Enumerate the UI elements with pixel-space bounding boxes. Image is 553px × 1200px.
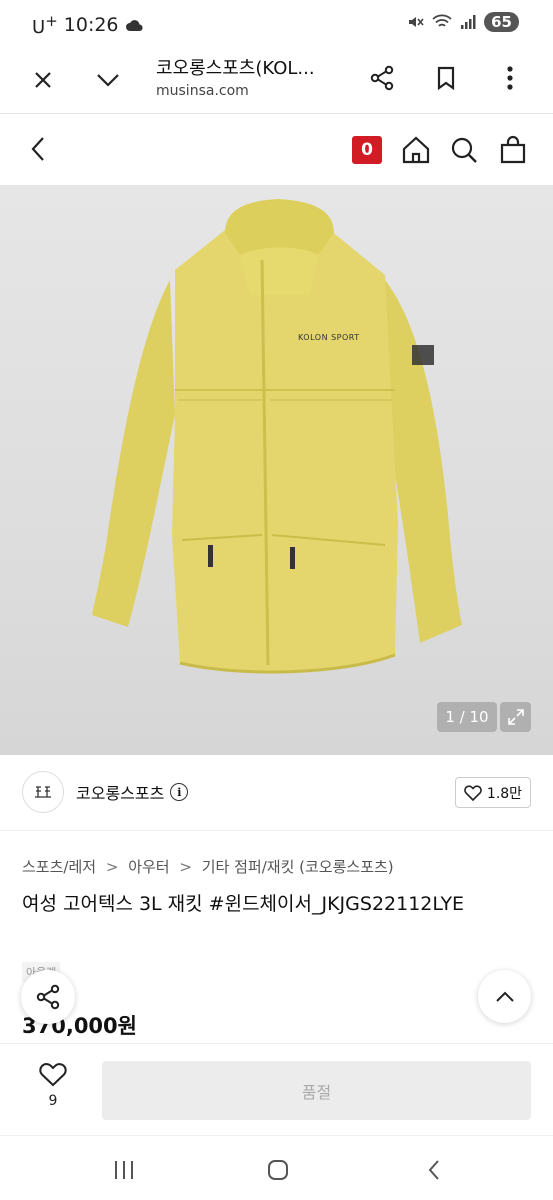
status-right: 65 [406,12,519,32]
share-product-button[interactable] [21,970,75,1024]
bookmark-icon [437,66,455,90]
back-button[interactable] [22,133,54,165]
chevron-left-icon [31,137,44,161]
home-circle-icon [268,1160,288,1180]
brand-like-count: 1.8만 [486,785,523,802]
app-header: 0 [0,115,553,185]
product-image-gallery[interactable]: KOLON SPORT 1 / 10 [0,185,553,755]
chevron-down-icon [97,74,119,87]
search-button[interactable] [446,133,482,167]
info-icon[interactable]: i [170,783,189,801]
clock: 10:26 [63,14,119,36]
browser-toolbar: 코오롱스포츠(KOL... musinsa.com [0,48,553,114]
mute-icon [409,17,424,27]
chevron-up-icon [495,991,514,1002]
breadcrumb: 스포츠/레저 > 아우터 > 기타 점퍼/재킷 (코오롱스포츠) [22,856,394,877]
product-title: 여성 고어텍스 3L 재킷 #윈드체이서_JKJGS22112LYE [22,893,465,915]
heart-icon [39,1063,67,1087]
brand-row: 코오롱스포츠 i 1.8만 [0,755,553,831]
sold-out-button[interactable]: 품절 [102,1061,531,1120]
expand-icon [507,709,524,725]
page-url[interactable]: musinsa.com [156,83,249,99]
back-icon [428,1160,439,1180]
share-icon [370,65,394,91]
brand-name: 코오롱스포츠 [76,784,165,803]
more-options-button[interactable] [494,62,526,94]
system-nav-bar [0,1135,553,1200]
brand-emblem-icon [35,786,51,798]
breadcrumb-separator: > [179,858,192,876]
brand-name-link[interactable]: 코오롱스포츠 i [76,780,189,804]
share-icon [36,984,60,1010]
carrier-label: U+ [32,12,58,38]
wishlist-button[interactable]: 9 [28,1062,78,1109]
home-button[interactable] [398,133,434,167]
search-icon [451,137,477,163]
image-counter: 1 / 10 [437,702,497,732]
status-left: U+ 10:26 [32,12,145,38]
breadcrumb-item[interactable]: 아우터 [128,858,169,876]
breadcrumb-item[interactable]: 기타 점퍼/재킷 (코오롱스포츠) [202,858,394,876]
bookmark-button[interactable] [430,62,462,94]
brand-logo[interactable] [22,771,64,813]
carrier-text: U [32,17,46,38]
shopping-bag-icon [500,135,526,164]
scroll-to-top-button[interactable] [478,970,531,1023]
status-bar: U+ 10:26 65 [0,0,553,48]
jacket-image [92,199,462,674]
cloud-icon [125,20,143,31]
signal-icon [461,15,476,29]
breadcrumb-item[interactable]: 스포츠/레저 [22,858,96,876]
home-nav-button[interactable] [262,1154,294,1186]
more-vertical-icon [507,66,513,90]
close-tab-button[interactable] [28,65,58,95]
back-nav-button[interactable] [418,1154,450,1186]
page-title: 코오롱스포츠(KOL... [156,58,315,79]
recent-apps-icon [115,1161,133,1179]
heart-icon [464,784,482,801]
wifi-icon [432,14,452,27]
carrier-sup: + [45,12,58,30]
cart-count-badge[interactable]: 0 [352,136,382,164]
home-icon [402,136,430,164]
expand-image-button[interactable] [500,702,531,732]
purchase-bar: 9 품절 [0,1043,553,1135]
collapse-button[interactable] [93,65,123,95]
cart-button[interactable] [495,133,531,167]
battery-indicator: 65 [484,12,519,32]
brand-like-button[interactable]: 1.8만 [455,777,531,808]
close-icon [35,72,51,88]
recent-apps-button[interactable] [108,1154,140,1186]
share-page-button[interactable] [366,62,398,94]
wishlist-count: 9 [48,1093,58,1109]
chest-logo-text: KOLON SPORT [298,333,360,342]
breadcrumb-separator: > [105,858,119,876]
